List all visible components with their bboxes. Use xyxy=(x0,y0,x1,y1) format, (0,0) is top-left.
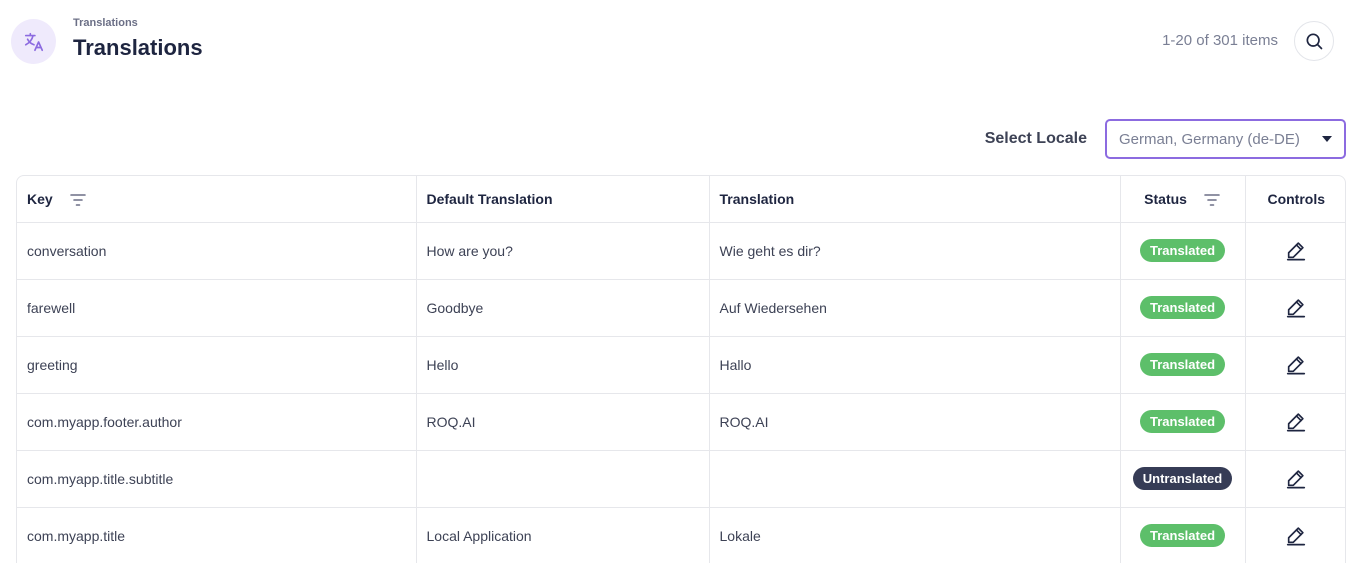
table-row: greeting Hello Hallo Translated xyxy=(17,336,1345,394)
cell-translation: Hallo xyxy=(709,336,1121,394)
cell-controls xyxy=(1245,507,1345,563)
page-title: Translations xyxy=(73,35,203,60)
column-header-controls: Controls xyxy=(1245,176,1345,223)
cell-key: com.myapp.title.subtitle xyxy=(17,450,417,508)
column-header-status: Status xyxy=(1120,176,1246,223)
edit-icon xyxy=(1287,241,1306,260)
status-badge: Untranslated xyxy=(1132,467,1233,490)
cell-default-translation: Local Application xyxy=(416,507,710,563)
cell-default-translation xyxy=(416,450,710,508)
translations-table: Key Default Translation Translation Stat… xyxy=(16,175,1346,563)
cell-controls xyxy=(1245,222,1345,280)
cell-status: Translated xyxy=(1120,222,1246,280)
column-header-translation: Translation xyxy=(709,176,1121,223)
cell-key: farewell xyxy=(17,279,417,337)
status-badge: Translated xyxy=(1139,353,1226,376)
cell-key: conversation xyxy=(17,222,417,280)
table-row: com.myapp.title Local Application Lokale… xyxy=(17,507,1345,563)
status-badge: Translated xyxy=(1139,296,1226,319)
column-status-label: Status xyxy=(1144,190,1187,207)
cell-controls xyxy=(1245,393,1345,451)
edit-button[interactable] xyxy=(1284,409,1308,433)
caret-down-icon xyxy=(1322,136,1332,142)
pagination-count: 1-20 of 301 items xyxy=(1162,32,1278,49)
cell-default-translation: Goodbye xyxy=(416,279,710,337)
cell-status: Untranslated xyxy=(1120,450,1246,508)
column-key-label: Key xyxy=(27,190,53,207)
cell-status: Translated xyxy=(1120,393,1246,451)
cell-status: Translated xyxy=(1120,507,1246,563)
locale-select[interactable]: German, Germany (de-DE) xyxy=(1105,119,1346,159)
table-row: com.myapp.footer.author ROQ.AI ROQ.AI Tr… xyxy=(17,393,1345,451)
status-badge: Translated xyxy=(1139,410,1226,433)
locale-selected-value: German, Germany (de-DE) xyxy=(1119,130,1300,148)
edit-button[interactable] xyxy=(1284,238,1308,262)
search-icon xyxy=(1306,33,1323,50)
filter-key-icon[interactable] xyxy=(69,193,87,207)
table-row: com.myapp.title.subtitle Untranslated xyxy=(17,450,1345,508)
cell-key: com.myapp.footer.author xyxy=(17,393,417,451)
search-button[interactable] xyxy=(1294,21,1334,61)
table-header-row: Key Default Translation Translation Stat… xyxy=(17,176,1345,223)
cell-default-translation: How are you? xyxy=(416,222,710,280)
edit-button[interactable] xyxy=(1284,295,1308,319)
edit-icon xyxy=(1287,355,1306,374)
edit-button[interactable] xyxy=(1284,523,1308,547)
edit-icon xyxy=(1287,469,1306,488)
cell-translation xyxy=(709,450,1121,508)
edit-icon xyxy=(1287,412,1306,431)
column-header-default: Default Translation xyxy=(416,176,710,223)
cell-status: Translated xyxy=(1120,336,1246,394)
breadcrumb[interactable]: Translations xyxy=(73,17,138,29)
page-header: Translations Translations 1-20 of 301 it… xyxy=(0,0,1365,90)
cell-translation: Auf Wiedersehen xyxy=(709,279,1121,337)
table-row: farewell Goodbye Auf Wiedersehen Transla… xyxy=(17,279,1345,337)
status-badge: Translated xyxy=(1139,524,1226,547)
cell-translation: Lokale xyxy=(709,507,1121,563)
cell-controls xyxy=(1245,279,1345,337)
edit-button[interactable] xyxy=(1284,466,1308,490)
cell-key: greeting xyxy=(17,336,417,394)
cell-default-translation: ROQ.AI xyxy=(416,393,710,451)
cell-controls xyxy=(1245,450,1345,508)
locale-label: Select Locale xyxy=(984,130,1087,147)
translate-icon xyxy=(11,19,56,64)
cell-translation: Wie geht es dir? xyxy=(709,222,1121,280)
edit-button[interactable] xyxy=(1284,352,1308,376)
cell-translation: ROQ.AI xyxy=(709,393,1121,451)
edit-icon xyxy=(1287,298,1306,317)
status-badge: Translated xyxy=(1139,239,1226,262)
filter-status-icon[interactable] xyxy=(1203,193,1221,207)
cell-controls xyxy=(1245,336,1345,394)
cell-status: Translated xyxy=(1120,279,1246,337)
column-header-key: Key xyxy=(17,176,417,223)
cell-key: com.myapp.title xyxy=(17,507,417,563)
edit-icon xyxy=(1287,526,1306,545)
table-row: conversation How are you? Wie geht es di… xyxy=(17,222,1345,280)
cell-default-translation: Hello xyxy=(416,336,710,394)
